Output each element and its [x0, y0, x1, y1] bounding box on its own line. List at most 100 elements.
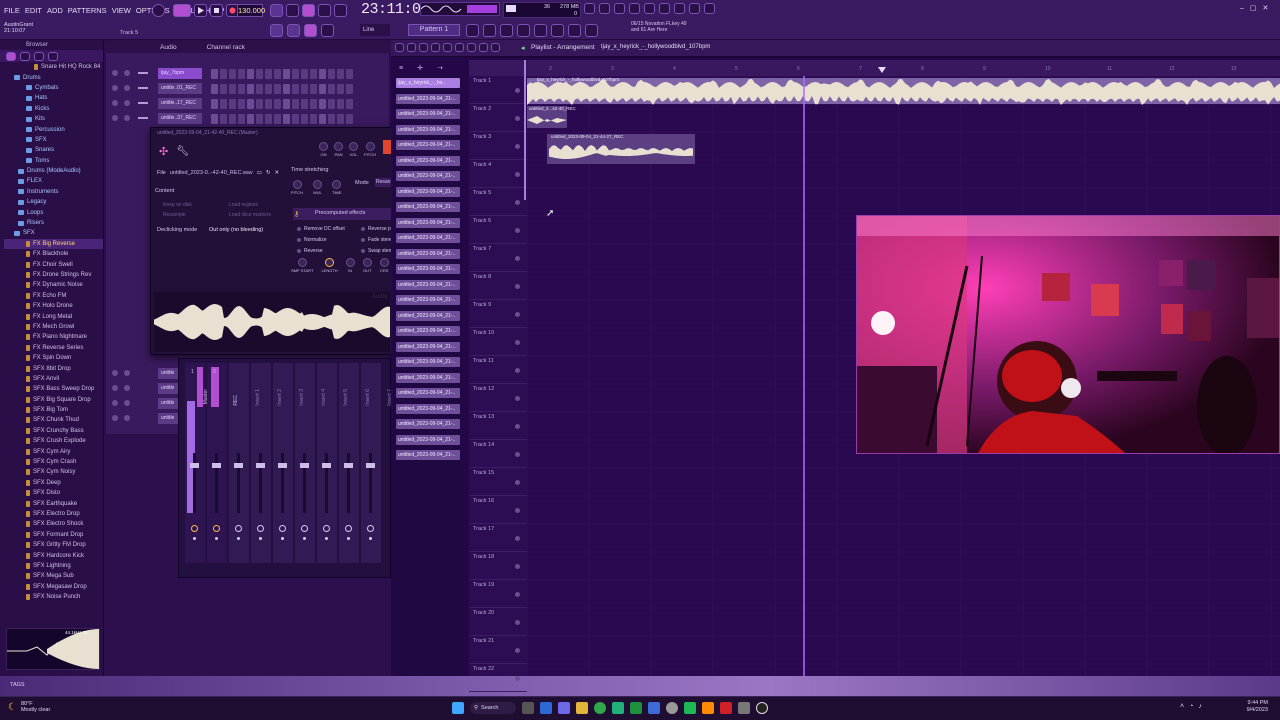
- send-knob[interactable]: [323, 525, 330, 532]
- track-name[interactable]: Track 22: [473, 666, 494, 672]
- step-pad[interactable]: [283, 114, 290, 124]
- waveform-tab-icon[interactable]: ✣: [159, 145, 168, 158]
- track-mute-led[interactable]: [515, 620, 520, 625]
- picker-clip[interactable]: untitled_2023-09-04_21-..: [396, 93, 460, 104]
- step-pad[interactable]: [256, 114, 263, 124]
- step-pad[interactable]: [274, 114, 281, 124]
- tab-channel-rack[interactable]: Channel rack: [207, 44, 245, 51]
- tool-magnet[interactable]: [321, 24, 334, 37]
- piano-roll-button[interactable]: [483, 24, 496, 37]
- knob-dial[interactable]: [313, 180, 322, 189]
- step-pad[interactable]: [319, 99, 326, 109]
- route-dot[interactable]: [281, 537, 284, 540]
- step-pad[interactable]: [328, 84, 335, 94]
- browser-item[interactable]: SFX 8bit Drop: [4, 363, 103, 373]
- tool-paint[interactable]: [287, 24, 300, 37]
- step-pad[interactable]: [229, 69, 236, 79]
- track-name[interactable]: Track 12: [473, 386, 494, 392]
- step-pad[interactable]: [310, 99, 317, 109]
- browser-search-button[interactable]: [48, 51, 58, 61]
- browser-item[interactable]: SFX Chunk Thud: [4, 415, 103, 425]
- browser-item[interactable]: Toms: [4, 156, 103, 166]
- step-pad[interactable]: [337, 84, 344, 94]
- knob[interactable]: MUL: [313, 180, 322, 195]
- step-pad[interactable]: [247, 84, 254, 94]
- mixer-shortcut-icon[interactable]: [599, 3, 610, 14]
- picker-clip[interactable]: tjay_x_heyrick_-_ho..: [396, 78, 460, 88]
- keep-on-disk-option[interactable]: Keep on disk: [163, 202, 192, 208]
- effect-checkbox[interactable]: [361, 248, 365, 253]
- fader-handle[interactable]: [322, 463, 331, 468]
- knob-dial[interactable]: [292, 180, 302, 189]
- channel-row[interactable]: untitle..37_REC: [106, 112, 391, 126]
- track-mute-led[interactable]: [515, 340, 520, 345]
- knob[interactable]: SMP START: [291, 258, 313, 273]
- step-pad[interactable]: [211, 69, 218, 79]
- step-edit-button[interactable]: [334, 4, 347, 17]
- knob-dial[interactable]: [362, 258, 372, 267]
- channel-name[interactable]: untitle..01_REC: [158, 83, 202, 94]
- browser-item[interactable]: FX Choir Swell: [4, 259, 103, 269]
- route-dot[interactable]: [347, 537, 350, 540]
- task-view-icon[interactable]: [522, 702, 534, 714]
- browser-item[interactable]: FX Dynamic Noise: [4, 280, 103, 290]
- browser-item[interactable]: FX Echo FM: [4, 291, 103, 301]
- step-pad[interactable]: [211, 99, 218, 109]
- track-name[interactable]: Track 13: [473, 414, 494, 420]
- project-info-button[interactable]: [568, 24, 581, 37]
- browser-all-button[interactable]: [6, 51, 16, 61]
- knob-dial[interactable]: [319, 142, 328, 151]
- send-knob[interactable]: [279, 525, 286, 532]
- step-pad[interactable]: [346, 114, 353, 124]
- step-pad[interactable]: [220, 114, 227, 124]
- playhead-marker-icon[interactable]: [878, 67, 886, 73]
- step-pad[interactable]: [301, 69, 308, 79]
- effect-option[interactable]: Remove DC offset: [297, 223, 345, 234]
- mixer-button[interactable]: [517, 24, 530, 37]
- browser-item[interactable]: SFX: [4, 135, 103, 145]
- picker-clip[interactable]: untitled_2023-09-04_21-..: [396, 124, 460, 135]
- track-name[interactable]: Track 10: [473, 330, 494, 336]
- picker-clip[interactable]: untitled_2023-09-04_21-..: [396, 434, 460, 445]
- browser-forward-button[interactable]: [34, 51, 44, 61]
- knob-dial[interactable]: [349, 142, 358, 151]
- app-icon-6[interactable]: [666, 702, 678, 714]
- app-icon-2[interactable]: [558, 702, 570, 714]
- step-pad[interactable]: [346, 69, 353, 79]
- knob[interactable]: PAN: [334, 142, 343, 157]
- resample-option[interactable]: Resample: [163, 212, 186, 218]
- picker-clip[interactable]: untitled_2023-09-04_21-..: [396, 295, 460, 305]
- app-icon-4[interactable]: [630, 702, 642, 714]
- browser-item[interactable]: FX Drone Strings Rev: [4, 270, 103, 280]
- track-mute-led[interactable]: [515, 536, 520, 541]
- playlist-view-button[interactable]: [466, 24, 479, 37]
- mixer-strip[interactable]: [361, 363, 381, 563]
- close-icon[interactable]: ✕: [1263, 4, 1269, 12]
- browser-item[interactable]: SFX Cym Crash: [4, 457, 103, 467]
- browser-item[interactable]: SFX Formant Drop: [4, 530, 103, 540]
- picker-clip[interactable]: untitled_2023-09-04_21-..: [396, 264, 460, 274]
- picker-clip[interactable]: untitled_2023-09-04_21-..: [396, 186, 460, 197]
- snap-select[interactable]: Line: [360, 24, 390, 36]
- channel-mixer-link[interactable]: [138, 72, 148, 74]
- step-pad[interactable]: [328, 69, 335, 79]
- browser-item[interactable]: SFX: [4, 228, 103, 238]
- step-pad[interactable]: [256, 84, 263, 94]
- track-mute-led[interactable]: [515, 228, 520, 233]
- tempo-tap-button[interactable]: [585, 24, 598, 37]
- browser-item[interactable]: FX Spin Down: [4, 353, 103, 363]
- picker-clip[interactable]: untitled_2023-09-04_21-..: [396, 233, 460, 243]
- chrome-icon[interactable]: [594, 702, 606, 714]
- browser-item[interactable]: SFX Cym Noisy: [4, 467, 103, 477]
- tool-mute-icon[interactable]: [431, 43, 440, 52]
- channel-pan-knob[interactable]: [124, 85, 130, 91]
- route-dot[interactable]: [237, 537, 240, 540]
- browser-item[interactable]: Kicks: [4, 104, 103, 114]
- countdown-button[interactable]: [302, 4, 315, 17]
- picker-add-icon[interactable]: ✛: [417, 64, 423, 72]
- browser-item[interactable]: Loops: [4, 207, 103, 217]
- step-pad[interactable]: [265, 84, 272, 94]
- play-button[interactable]: [194, 4, 207, 17]
- track-mute-led[interactable]: [515, 200, 520, 205]
- step-pad[interactable]: [229, 114, 236, 124]
